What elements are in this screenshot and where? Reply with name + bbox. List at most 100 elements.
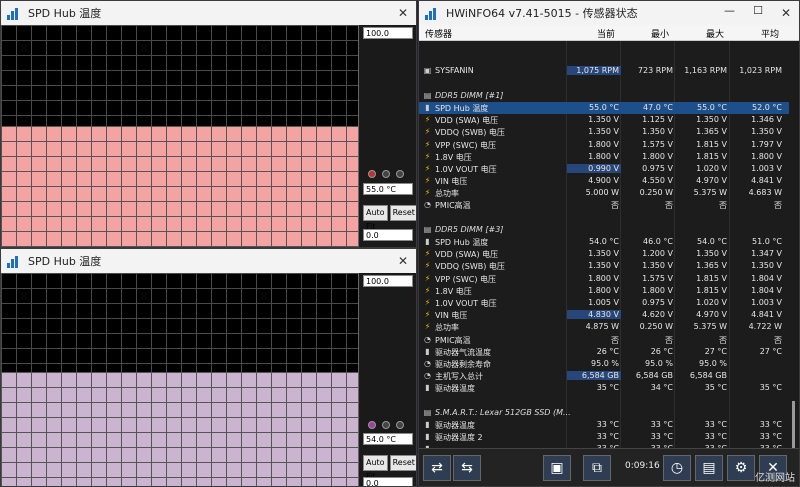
sensor-status-window[interactable]: HWiNFO64 v7.41-5015 - 传感器状态 — ☐ ✕ 传感器 当前… bbox=[418, 0, 800, 487]
watermark: 亿测网站 bbox=[755, 473, 795, 484]
value-current: 1,075 RPM bbox=[567, 66, 621, 76]
value-min: 1.575 V bbox=[642, 273, 673, 283]
sensor-name: VDD (SWA) 电压 bbox=[435, 250, 499, 260]
value-min: 1.125 V bbox=[642, 115, 673, 125]
value-max: 1.365 V bbox=[696, 127, 727, 137]
value-min: 0.250 W bbox=[639, 188, 673, 198]
settings-icon[interactable]: ⚙ bbox=[727, 455, 755, 481]
monitor-icon[interactable]: ▣ bbox=[543, 455, 571, 481]
sensor-name: VIN 电压 bbox=[435, 311, 468, 321]
col-max[interactable]: 最大 bbox=[706, 27, 724, 40]
sensor-name: 1.0V VOUT 电压 bbox=[435, 298, 497, 308]
graph-window-2-titlebar[interactable]: SPD Hub 温度 ✕ bbox=[1, 249, 416, 273]
table-row[interactable]: ⚡ 1.8V 电压 1.800 V 1.800 V 1.815 V 1.800 V bbox=[419, 151, 789, 163]
table-row[interactable]: ⚡ VIN 电压 4.900 V 4.550 V 4.970 V 4.841 V bbox=[419, 175, 789, 187]
table-row[interactable] bbox=[419, 78, 789, 90]
sensor-name: VDD (SWA) 电压 bbox=[435, 116, 499, 126]
graph-current-value[interactable]: 55.0 °C bbox=[363, 183, 413, 195]
auto-fit-button[interactable]: Auto Fit bbox=[363, 455, 388, 481]
graph-window-1[interactable]: SPD Hub 温度 ✕ 100.0 55.0 °C Auto Fit Reset… bbox=[0, 0, 417, 248]
table-row[interactable]: ◔ PMIC高温 否 否 否 否 bbox=[419, 199, 789, 211]
graph-min-value[interactable]: 0.0 bbox=[363, 477, 413, 486]
col-current[interactable]: 当前 bbox=[597, 27, 615, 40]
value-max: 33 °C bbox=[704, 432, 727, 441]
table-row[interactable]: ⚡ VDD (SWA) 电压 1.350 V 1.200 V 1.350 V 1.347 … bbox=[419, 248, 789, 260]
scrollbar[interactable] bbox=[789, 41, 799, 461]
close-icon[interactable]: ✕ bbox=[394, 4, 412, 22]
table-row[interactable]: ⚡ 1.0V VOUT 电压 0.990 V 0.975 V 1.020 V 1.003 … bbox=[419, 163, 789, 175]
col-sensor[interactable]: 传感器 bbox=[425, 27, 452, 40]
auto-fit-button[interactable]: Auto Fit bbox=[363, 205, 388, 231]
table-row[interactable]: ⚡ 总功率 5.000 W 0.250 W 5.375 W 4.683 W bbox=[419, 187, 789, 199]
reset-button[interactable]: Reset bbox=[389, 205, 416, 221]
main-titlebar[interactable]: HWiNFO64 v7.41-5015 - 传感器状态 — ☐ ✕ bbox=[419, 1, 799, 25]
col-avg[interactable]: 平均 bbox=[761, 27, 779, 40]
color-dots[interactable] bbox=[368, 170, 404, 178]
table-row[interactable]: ▮ 驱动器气流温度 26 °C 26 °C 27 °C 27 °C bbox=[419, 346, 789, 358]
graph-current-value[interactable]: 54.0 °C bbox=[363, 433, 413, 445]
sensor-name: S.M.A.R.T.: Lexar 512GB SSD (M... bbox=[435, 407, 571, 417]
table-row[interactable] bbox=[419, 394, 789, 406]
table-row[interactable] bbox=[419, 41, 789, 53]
table-row[interactable]: ◔ 主机写入总计 6,584 GB 6,584 GB 6,584 GB bbox=[419, 370, 789, 382]
value-min: 47.0 °C bbox=[643, 102, 673, 112]
value-current: 4.900 V bbox=[588, 176, 619, 186]
sensor-name: VPP (SWC) 电压 bbox=[435, 274, 497, 284]
group-row[interactable]: ▤ S.M.A.R.T.: Lexar 512GB SSD (M... bbox=[419, 407, 789, 419]
graph-max-value[interactable]: 100.0 bbox=[363, 275, 413, 287]
reset-button[interactable]: Reset bbox=[389, 455, 416, 471]
sensor-icon: ◔ bbox=[424, 334, 431, 344]
table-row[interactable]: ▮ 驱动器温度 35 °C 34 °C 35 °C 35 °C bbox=[419, 382, 789, 394]
arrows-collapse-icon[interactable]: ⇆ bbox=[453, 455, 481, 481]
graph-fill bbox=[1, 371, 358, 486]
arrows-left-right-icon[interactable]: ⇄ bbox=[423, 455, 451, 481]
value-min: 34 °C bbox=[650, 383, 673, 393]
report-icon[interactable]: ▤ bbox=[695, 455, 723, 481]
close-icon[interactable]: ✕ bbox=[394, 252, 412, 270]
network-icon[interactable]: ⧉ bbox=[583, 455, 611, 481]
table-row[interactable]: ▮ SPD Hub 温度 55.0 °C 47.0 °C 55.0 °C 52.0 °C bbox=[419, 101, 789, 115]
table-row[interactable]: ⚡ VDDQ (SWB) 电压 1.350 V 1.350 V 1.365 V 1.350… bbox=[419, 260, 789, 272]
voltage-icon: ⚡ bbox=[424, 297, 431, 307]
graph-min-value[interactable]: 0.0 bbox=[363, 229, 413, 241]
table-row[interactable] bbox=[419, 53, 789, 65]
graph-window-2[interactable]: SPD Hub 温度 ✕ 100.0 54.0 °C Auto FitReset… bbox=[0, 248, 417, 487]
table-row[interactable]: ⚡ VIN 电压 4.830 V 4.620 V 4.970 V 4.841 V bbox=[419, 309, 789, 321]
table-row[interactable] bbox=[419, 212, 789, 224]
column-header[interactable]: 传感器 当前 最小 最大 平均 bbox=[419, 25, 799, 41]
table-row[interactable]: ▮ SPD Hub 温度 54.0 °C 46.0 °C 54.0 °C 51.0 °C bbox=[419, 236, 789, 248]
table-row[interactable]: ⚡ 1.8V 电压 1.800 V 1.800 V 1.815 V 1.804 V bbox=[419, 285, 789, 297]
value-max: 95.0 % bbox=[699, 358, 727, 368]
table-row[interactable]: ⚡ 1.0V VOUT 电压 1.005 V 0.975 V 1.020 V 1.003 … bbox=[419, 297, 789, 309]
color-dots[interactable] bbox=[368, 421, 404, 429]
minimize-icon[interactable]: — bbox=[724, 4, 735, 17]
value-avg: 1,023 RPM bbox=[739, 66, 782, 76]
value-min: 0.975 V bbox=[642, 163, 673, 173]
table-row[interactable]: ▮ 驱动器温度 33 °C 33 °C 33 °C 33 °C bbox=[419, 419, 789, 431]
table-row[interactable]: ⚡ VPP (SWC) 电压 1.800 V 1.575 V 1.815 V 1.797 … bbox=[419, 139, 789, 151]
table-row[interactable]: ◔ PMIC高温 否 否 否 否 bbox=[419, 334, 789, 346]
voltage-icon: ⚡ bbox=[424, 139, 431, 149]
table-row[interactable]: ▣ SYSFANIN 1,075 RPM 723 RPM 1,163 RPM 1,023 … bbox=[419, 65, 789, 77]
value-avg: 1.350 V bbox=[751, 261, 782, 271]
group-row[interactable]: ▤ DDR5 DIMM [#3] bbox=[419, 224, 789, 236]
close-icon[interactable]: ✕ bbox=[777, 4, 795, 22]
table-row[interactable]: ⚡ 总功率 4.875 W 0.250 W 5.375 W 4.722 W bbox=[419, 321, 789, 333]
table-row[interactable]: ▮ 驱动器温度 2 33 °C 33 °C 33 °C 33 °C bbox=[419, 431, 789, 443]
graph-window-1-titlebar[interactable]: SPD Hub 温度 ✕ bbox=[1, 1, 416, 25]
graph-title: SPD Hub 温度 bbox=[28, 7, 102, 20]
value-min: 否 bbox=[665, 335, 673, 345]
table-row[interactable]: ◔ 驱动器剩余寿命 95.0 % 95.0 % 95.0 % bbox=[419, 358, 789, 370]
table-row[interactable]: ⚡ VPP (SWC) 电压 1.800 V 1.575 V 1.815 V 1.804 … bbox=[419, 273, 789, 285]
sensor-name: 总功率 bbox=[435, 323, 459, 333]
col-min[interactable]: 最小 bbox=[651, 27, 669, 40]
value-min: 6,584 GB bbox=[635, 371, 673, 381]
sensor-table[interactable]: ▣ SYSFANIN 1,075 RPM 723 RPM 1,163 RPM 1,023 … bbox=[419, 41, 789, 448]
clock-icon[interactable]: ◷ bbox=[663, 455, 691, 481]
group-row[interactable]: ▤ DDR5 DIMM [#1] bbox=[419, 90, 789, 102]
maximize-icon[interactable]: ☐ bbox=[753, 4, 763, 17]
graph-max-value[interactable]: 100.0 bbox=[363, 27, 413, 39]
table-row[interactable]: ⚡ VDDQ (SWB) 电压 1.350 V 1.350 V 1.365 V 1.350… bbox=[419, 126, 789, 138]
sensor-name: 驱动器剩余寿命 bbox=[435, 359, 491, 369]
table-row[interactable]: ⚡ VDD (SWA) 电压 1.350 V 1.125 V 1.350 V 1.346 … bbox=[419, 114, 789, 126]
